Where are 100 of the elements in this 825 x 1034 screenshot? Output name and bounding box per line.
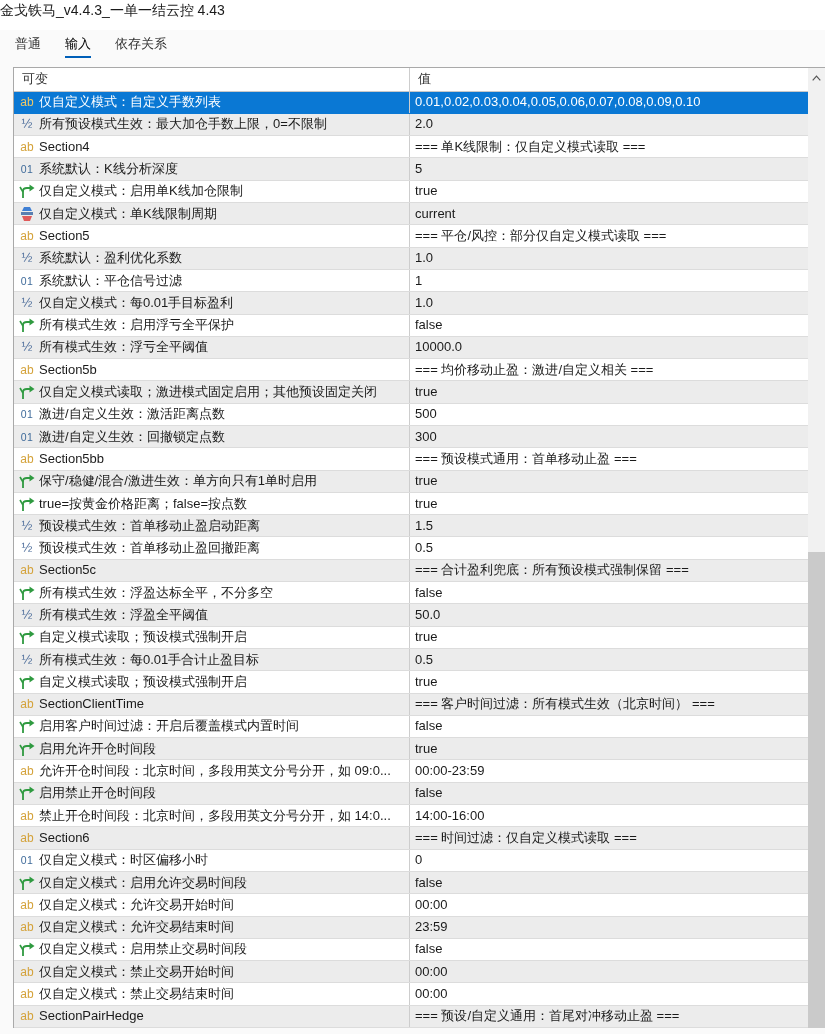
parameter-row[interactable]: ab 禁止开仓时间段：北京时间，多段用英文分号分开，如 14:0... 14:00-16:00 xyxy=(14,805,808,828)
parameter-value: false xyxy=(415,317,443,334)
parameter-value: 00:00 xyxy=(415,896,448,913)
parameter-row[interactable]: 所有模式生效：浮盈达标全平，不分多空 false xyxy=(14,582,808,605)
parameter-row[interactable]: 仅自定义模式：单K线限制周期 current xyxy=(14,203,808,226)
parameter-value: true xyxy=(415,183,438,200)
parameter-row[interactable]: 启用客户时间过滤：开启后覆盖模式内置时间 false xyxy=(14,715,808,739)
parameter-row[interactable]: ab 仅自定义模式：允许交易结束时间 23:59 xyxy=(14,916,808,939)
parameter-name: 系统默认：平仓信号过滤 xyxy=(39,272,182,289)
parameter-row[interactable]: 所有模式生效：启用浮亏全平保护 false xyxy=(14,314,808,337)
parameter-name: true=按黄金价格距离；false=按点数 xyxy=(39,495,248,512)
parameter-value: false xyxy=(415,941,443,958)
parameter-value: current xyxy=(415,205,456,222)
parameter-row[interactable]: ab 仅自定义模式：禁止交易开始时间 00:00 xyxy=(14,961,808,984)
parameter-row[interactable]: ab Section5 === 平仓/风控：部分仅自定义模式读取 === xyxy=(14,225,808,248)
parameter-row[interactable]: ab 仅自定义模式：自定义手数列表 0.01,0.02,0.03,0.04,0.05,0.06,0.07,0.08,0.09,0.10 xyxy=(14,91,808,114)
parameter-name: 所有模式生效：浮盈全平阈值 xyxy=(39,607,208,623)
parameter-value: 23:59 xyxy=(415,919,448,936)
parameter-value: true xyxy=(415,740,438,757)
parameter-row[interactable]: ab Section4 === 单K线限制：仅自定义模式读取 === xyxy=(14,136,808,159)
parameter-name: 仅自定义模式：启用允许交易时间段 xyxy=(39,874,247,891)
parameter-row[interactable]: ab 仅自定义模式：禁止交易结束时间 00:00 xyxy=(14,983,808,1006)
parameter-name: 系统默认：盈利优化系数 xyxy=(39,250,182,267)
parameter-row[interactable]: ½ 预设模式生效：首单移动止盈启动距离 1.5 xyxy=(14,515,808,538)
parameter-name: 仅自定义模式：允许交易开始时间 xyxy=(39,896,234,913)
string-type-icon: ab xyxy=(19,139,35,154)
parameter-value: 500 xyxy=(415,406,437,423)
scrollbar[interactable] xyxy=(808,68,825,1028)
parameter-row[interactable]: ab SectionClientTime === 客户时间过滤：所有模式生效（北京时间） === xyxy=(14,693,808,716)
parameter-value: 1.0 xyxy=(415,250,434,267)
parameter-row[interactable]: ab 仅自定义模式：允许交易开始时间 00:00 xyxy=(14,894,808,917)
parameter-row[interactable]: ½ 所有模式生效：每0.01手合计止盈目标 0.5 xyxy=(14,648,808,672)
parameter-name: Section5bb xyxy=(39,450,105,467)
parameter-name: 所有模式生效：每0.01手合计止盈目标 xyxy=(39,651,260,668)
parameter-row[interactable]: ½ 所有模式生效：浮盈全平阈值 50.0 xyxy=(14,604,808,627)
parameter-row[interactable]: ab Section5bb === 预设模式通用：首单移动止盈 === xyxy=(14,448,808,471)
parameter-value: 00:00 xyxy=(415,986,448,1003)
chevron-up-icon[interactable] xyxy=(812,75,821,81)
parameter-row[interactable]: 01 激进/自定义生效：激活距离点数 500 xyxy=(14,403,808,426)
parameter-value: 1 xyxy=(415,272,423,289)
parameter-row[interactable]: ab 允许开仓时间段：北京时间，多段用英文分号分开，如 09:0... 00:00-23:59 xyxy=(14,760,808,783)
parameter-row[interactable]: 01 仅自定义模式：时区偏移小时 0 xyxy=(14,849,808,872)
scrollbar-thumb[interactable] xyxy=(808,552,825,1028)
parameter-value: 1.0 xyxy=(415,294,434,311)
parameter-row[interactable]: 01 系统默认：K线分析深度 5 xyxy=(14,158,808,181)
parameter-row[interactable]: 自定义模式读取；预设模式强制开启 true xyxy=(14,626,808,649)
parameter-value: === 单K线限制：仅自定义模式读取 === xyxy=(415,138,646,155)
stacked-bars-icon xyxy=(19,206,35,221)
parameter-row[interactable]: 自定义模式读取；预设模式强制开启 true xyxy=(14,671,808,694)
column-header[interactable]: 可变 xyxy=(22,70,48,89)
parameter-name: 启用客户时间过滤：开启后覆盖模式内置时间 xyxy=(39,718,299,735)
parameter-row[interactable]: 01 激进/自定义生效：回撤锁定点数 300 xyxy=(14,426,808,449)
parameter-name: 激进/自定义生效：回撤锁定点数 xyxy=(39,428,225,445)
branch-arrow-icon xyxy=(19,184,35,199)
parameter-value: true xyxy=(415,673,438,690)
parameter-row[interactable]: 仅自定义模式：启用禁止交易时间段 false xyxy=(14,938,808,962)
parameter-value: false xyxy=(415,584,443,601)
parameter-name: 仅自定义模式：时区偏移小时 xyxy=(39,852,208,869)
parameter-row[interactable]: 仅自定义模式读取；激进模式固定启用；其他预设固定关闭 true xyxy=(14,381,808,404)
parameter-value: === 预设/自定义通用：首尾对冲移动止盈 === xyxy=(415,1008,680,1025)
parameter-name: Section4 xyxy=(39,138,90,155)
parameter-row[interactable]: ab Section5c === 合计盈利兜底：所有预设模式强制保留 === xyxy=(14,559,808,583)
parameter-row[interactable]: 启用禁止开仓时间段 false xyxy=(14,782,808,806)
parameter-row[interactable]: ½ 系统默认：盈利优化系数 1.0 xyxy=(14,247,808,270)
parameter-name: 所有模式生效：启用浮亏全平保护 xyxy=(39,317,234,334)
tab[interactable]: 依存关系 xyxy=(115,36,167,58)
parameter-row[interactable]: true=按黄金价格距离；false=按点数 true xyxy=(14,492,808,516)
parameter-name: 仅自定义模式：启用单K线加仓限制 xyxy=(39,183,243,200)
parameter-row[interactable]: ½ 仅自定义模式：每0.01手目标盈利 1.0 xyxy=(14,292,808,315)
parameter-name: 启用允许开仓时间段 xyxy=(39,740,156,757)
column-header[interactable]: 值 xyxy=(418,70,431,89)
tab[interactable]: 输入 xyxy=(65,36,91,58)
parameter-row[interactable]: ab Section6 === 时间过滤：仅自定义模式读取 === xyxy=(14,827,808,850)
fraction-icon: ½ xyxy=(19,518,35,533)
parameter-row[interactable]: ab SectionPairHedge === 预设/自定义通用：首尾对冲移动止盈 === xyxy=(14,1005,808,1028)
integer-type-icon: 01 xyxy=(19,407,35,422)
fraction-icon: ½ xyxy=(19,340,35,355)
string-type-icon: ab xyxy=(19,830,35,845)
branch-arrow-icon xyxy=(19,719,35,734)
parameter-value: 0 xyxy=(415,852,423,869)
parameter-name: 预设模式生效：首单移动止盈启动距离 xyxy=(39,517,260,534)
parameter-row[interactable]: 仅自定义模式：启用允许交易时间段 false xyxy=(14,871,808,895)
parameter-row[interactable]: 启用允许开仓时间段 true xyxy=(14,738,808,761)
tab[interactable]: 普通 xyxy=(15,36,41,58)
fraction-icon: ½ xyxy=(19,652,35,667)
parameter-row[interactable]: 01 系统默认：平仓信号过滤 1 xyxy=(14,269,808,293)
parameter-value: 0.5 xyxy=(415,651,434,668)
parameter-row[interactable]: ½ 所有预设模式生效：最大加仓手数上限，0=不限制 2.0 xyxy=(14,113,808,137)
parameter-name: 仅自定义模式：单K线限制周期 xyxy=(39,205,217,222)
integer-type-icon: 01 xyxy=(19,273,35,288)
parameter-row[interactable]: 保守/稳健/混合/激进生效：单方向只有1单时启用 true xyxy=(14,470,808,493)
parameter-row[interactable]: ab Section5b === 均价移动止盈：激进/自定义相关 === xyxy=(14,359,808,382)
parameter-value: 0.5 xyxy=(415,540,434,557)
parameter-value: === 平仓/风控：部分仅自定义模式读取 === xyxy=(415,227,667,244)
parameter-value: === 合计盈利兜底：所有预设模式强制保留 === xyxy=(415,562,689,579)
parameter-name: 仅自定义模式：自定义手数列表 xyxy=(39,94,221,111)
parameter-row[interactable]: 仅自定义模式：启用单K线加仓限制 true xyxy=(14,180,808,203)
parameter-row[interactable]: ½ 预设模式生效：首单移动止盈回撤距离 0.5 xyxy=(14,537,808,560)
parameter-row[interactable]: ½ 所有模式生效：浮亏全平阈值 10000.0 xyxy=(14,336,808,360)
parameter-value: 50.0 xyxy=(415,607,441,623)
